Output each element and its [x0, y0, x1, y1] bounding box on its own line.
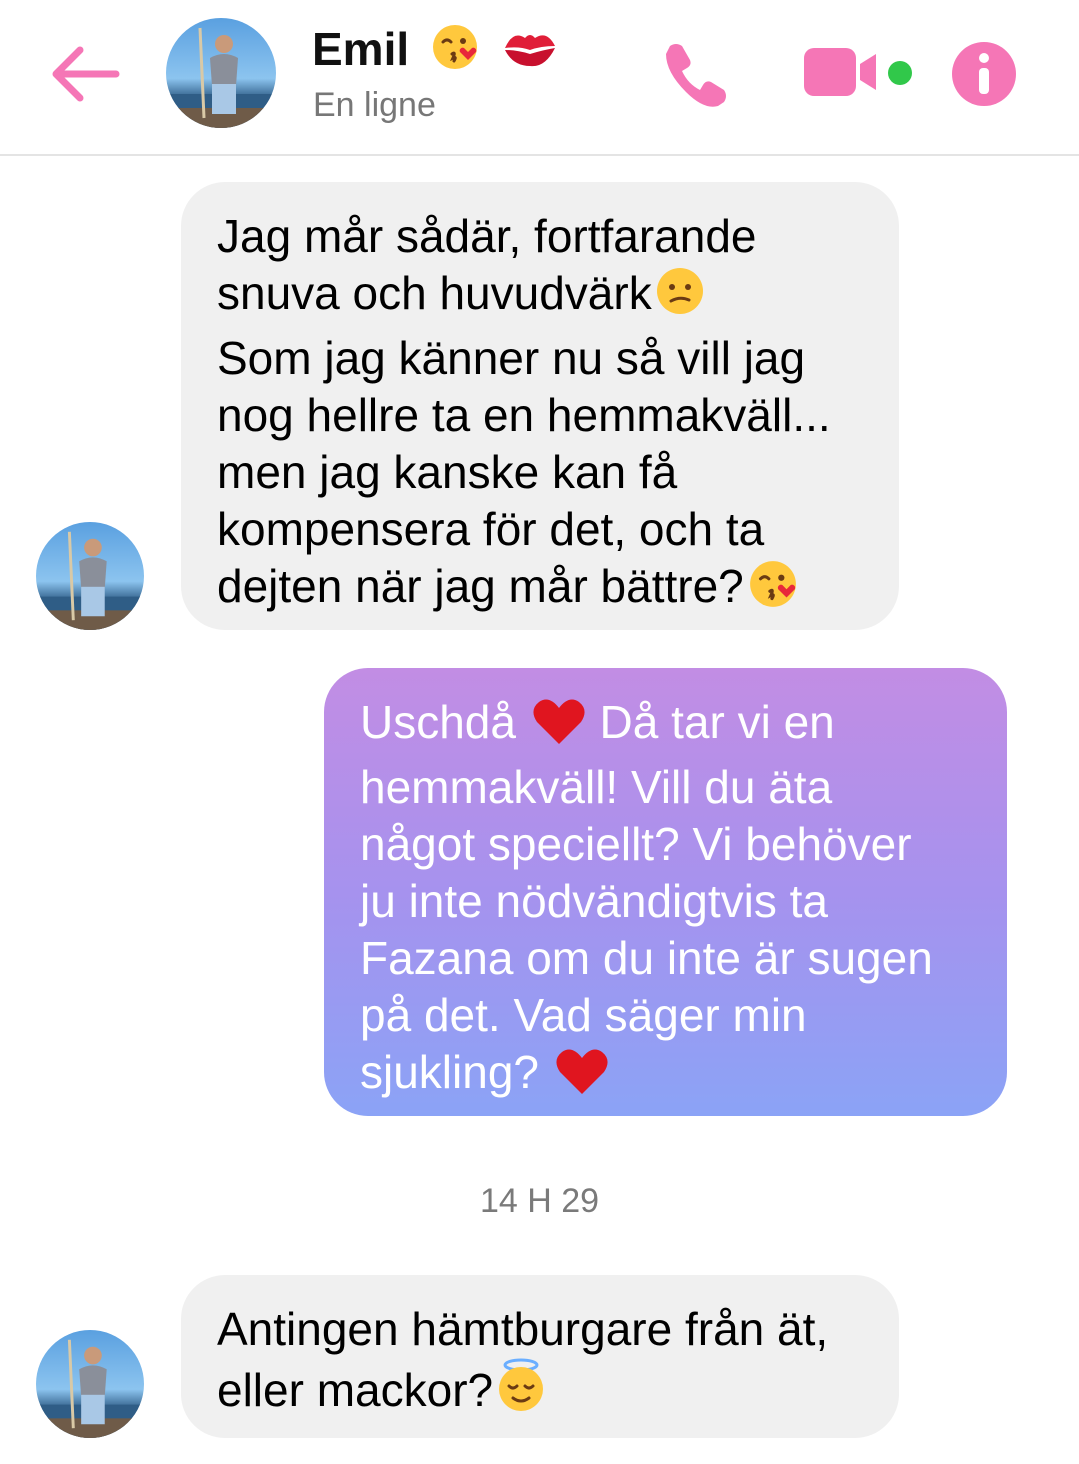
sender-avatar[interactable]: [36, 522, 144, 630]
info-button[interactable]: [950, 40, 1018, 108]
message-line: Fazana om du inte är sugen: [360, 932, 933, 984]
info-icon: [952, 42, 1016, 106]
kiss-mark-emoji: [501, 24, 559, 81]
kissing-face-heart-emoji: [746, 558, 800, 623]
message-line: sjukling?: [360, 1046, 539, 1098]
online-status: En ligne: [313, 86, 436, 124]
message-line: Som jag känner nu så vill jag: [217, 332, 806, 384]
red-heart-emoji: [554, 1046, 610, 1109]
contact-avatar[interactable]: [166, 18, 276, 128]
message-line: på det. Vad säger min: [360, 989, 807, 1041]
message-line: ju inte nödvändigtvis ta: [360, 875, 828, 927]
incoming-message[interactable]: Jag mår sådär, fortfarande snuva och huv…: [181, 182, 899, 630]
message-line: nog hellre ta en hemmakväll...: [217, 389, 831, 441]
message-line: något speciellt? Vi behöver: [360, 818, 912, 870]
message-line: kompensera för det, och ta: [217, 503, 765, 555]
contact-name: Emil: [312, 23, 410, 75]
message-line: Då tar vi en: [599, 696, 835, 748]
red-heart-emoji: [531, 696, 587, 759]
phone-icon: [666, 44, 726, 107]
back-button[interactable]: [44, 36, 124, 112]
chat-header: Emil En ligne: [0, 0, 1079, 156]
contact-name-row: Emil: [312, 22, 559, 83]
call-button[interactable]: [660, 38, 732, 110]
incoming-message[interactable]: Antingen hämtburgare från ät, eller mack…: [181, 1275, 899, 1438]
back-arrow-icon: [52, 46, 120, 102]
smiling-face-halo-emoji: [495, 1358, 547, 1427]
online-indicator: [888, 61, 912, 85]
video-call-button[interactable]: [800, 44, 890, 100]
message-line: hemmakväll! Vill du äta: [360, 761, 833, 813]
message-line: Jag mår sådär, fortfarande: [217, 210, 757, 262]
message-line: Antingen hämtburgare från ät,: [217, 1303, 829, 1355]
outgoing-message[interactable]: Uschdå Då tar vi en hemmakväll! Vill du …: [324, 668, 1007, 1116]
message-line: Uschdå: [360, 696, 516, 748]
message-line: snuva och huvudvärk: [217, 267, 652, 319]
sender-avatar[interactable]: [36, 1330, 144, 1438]
video-camera-icon: [804, 48, 876, 96]
message-line: dejten när jag mår bättre?: [217, 560, 744, 612]
message-line: men jag kanske kan få: [217, 446, 678, 498]
kissing-face-heart-emoji: [430, 22, 480, 83]
message-line: eller mackor?: [217, 1364, 494, 1416]
confused-face-emoji: [654, 265, 706, 330]
message-timestamp: 14 H 29: [479, 1182, 600, 1220]
